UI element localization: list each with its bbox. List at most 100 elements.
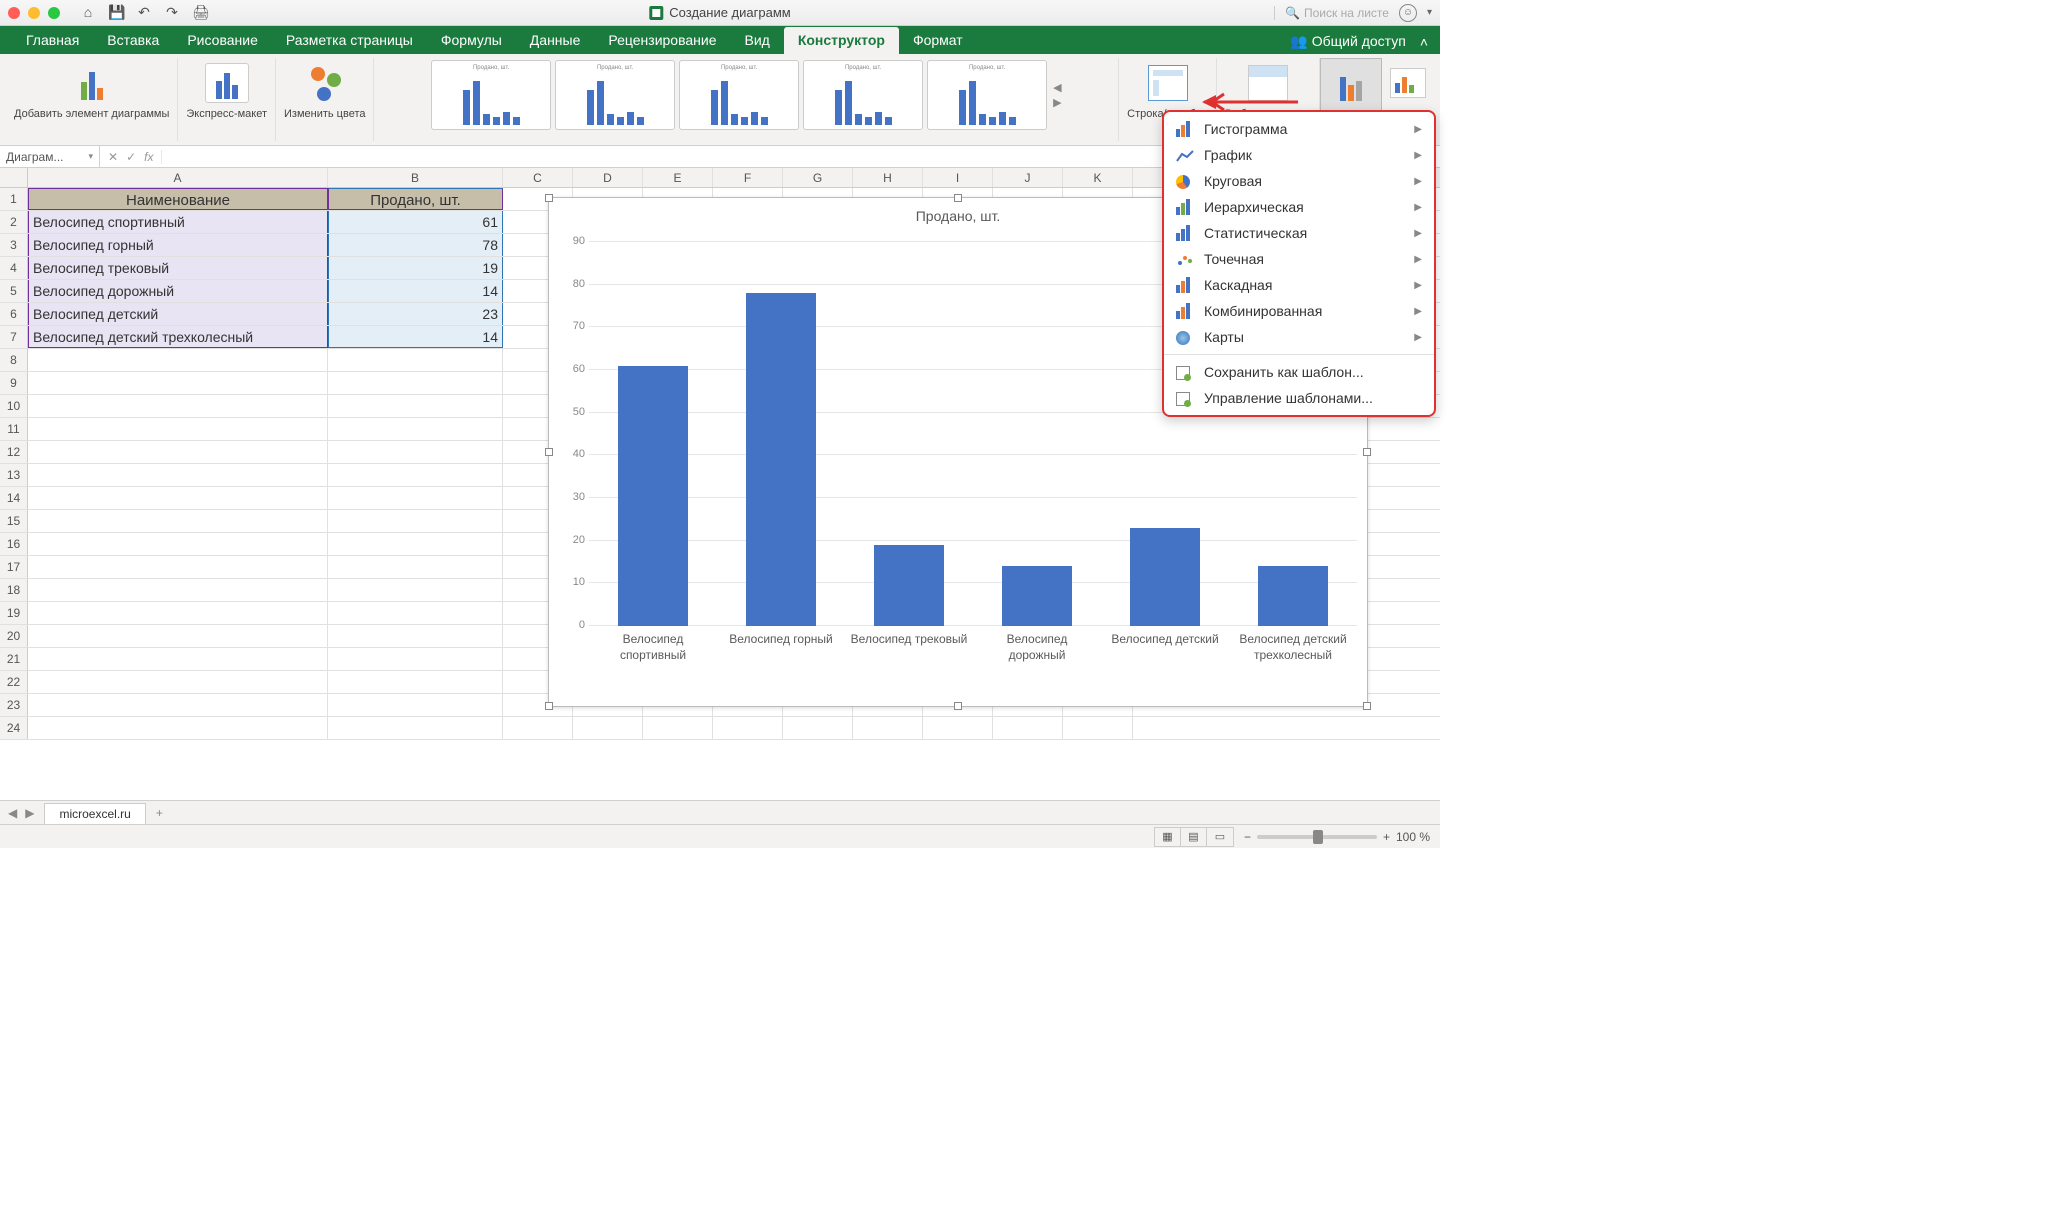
cell[interactable] bbox=[328, 395, 503, 417]
cell[interactable] bbox=[28, 602, 328, 624]
cell[interactable] bbox=[28, 556, 328, 578]
page-break-icon[interactable]: ▭ bbox=[1207, 828, 1233, 846]
chart-bar[interactable] bbox=[1258, 566, 1328, 626]
col-header[interactable]: K bbox=[1063, 168, 1133, 187]
tab-вставка[interactable]: Вставка bbox=[93, 27, 173, 54]
view-buttons[interactable]: ▦ ▤ ▭ bbox=[1154, 827, 1234, 847]
resize-handle[interactable] bbox=[545, 194, 553, 202]
cell[interactable]: 78 bbox=[328, 234, 503, 256]
add-sheet-button[interactable]: + bbox=[146, 806, 173, 820]
chart-style-thumb[interactable]: Продано, шт. bbox=[679, 60, 799, 130]
menu-item-waterfall[interactable]: Каскадная▶ bbox=[1164, 272, 1434, 298]
cell[interactable]: Велосипед спортивный bbox=[28, 211, 328, 233]
col-header[interactable]: J bbox=[993, 168, 1063, 187]
menu-item-hier[interactable]: Иерархическая▶ bbox=[1164, 194, 1434, 220]
col-header[interactable]: G bbox=[783, 168, 853, 187]
cell[interactable] bbox=[328, 671, 503, 693]
cell[interactable] bbox=[28, 464, 328, 486]
cell[interactable] bbox=[923, 717, 993, 739]
chart-bar[interactable] bbox=[874, 545, 944, 626]
col-header[interactable]: C bbox=[503, 168, 573, 187]
zoom-slider[interactable] bbox=[1257, 835, 1377, 839]
cell[interactable] bbox=[503, 717, 573, 739]
col-header[interactable]: B bbox=[328, 168, 503, 187]
tab-формулы[interactable]: Формулы bbox=[427, 27, 516, 54]
col-header[interactable]: E bbox=[643, 168, 713, 187]
cell[interactable]: Велосипед трековый bbox=[28, 257, 328, 279]
chart-bar[interactable] bbox=[1130, 528, 1200, 626]
prev-sheet-icon[interactable]: ◀ bbox=[8, 806, 17, 820]
normal-view-icon[interactable]: ▦ bbox=[1155, 828, 1181, 846]
tab-рецензирование[interactable]: Рецензирование bbox=[594, 27, 730, 54]
save-icon[interactable]: 💾 bbox=[108, 4, 124, 21]
quick-layout-button[interactable]: Экспресс-макет bbox=[178, 58, 276, 141]
resize-handle[interactable] bbox=[954, 702, 962, 710]
cell[interactable] bbox=[328, 441, 503, 463]
col-header[interactable]: D bbox=[573, 168, 643, 187]
home-icon[interactable]: ⌂ bbox=[80, 4, 96, 21]
cell[interactable] bbox=[328, 625, 503, 647]
menu-item-pie[interactable]: Круговая▶ bbox=[1164, 168, 1434, 194]
cell[interactable] bbox=[28, 372, 328, 394]
name-box[interactable]: Диаграм...▾ bbox=[0, 146, 100, 167]
col-header[interactable]: F bbox=[713, 168, 783, 187]
tab-формат[interactable]: Формат bbox=[899, 27, 977, 54]
menu-item-histogram[interactable]: Гистограмма▶ bbox=[1164, 116, 1434, 142]
zoom-control[interactable]: − + 100 % bbox=[1244, 830, 1430, 844]
search-box[interactable]: 🔍 Поиск на листе bbox=[1274, 6, 1389, 20]
tab-главная[interactable]: Главная bbox=[12, 27, 93, 54]
cell[interactable]: 23 bbox=[328, 303, 503, 325]
maximize-icon[interactable] bbox=[48, 7, 60, 19]
table-row[interactable]: 24 bbox=[0, 717, 1440, 740]
chart-style-thumb[interactable]: Продано, шт. bbox=[803, 60, 923, 130]
chart-style-thumb[interactable]: Продано, шт. bbox=[927, 60, 1047, 130]
tab-конструктор[interactable]: Конструктор bbox=[784, 27, 899, 54]
cell[interactable] bbox=[328, 694, 503, 716]
cell[interactable] bbox=[328, 602, 503, 624]
dropdown-icon[interactable]: ▾ bbox=[1427, 7, 1432, 18]
feedback-icon[interactable]: ☺ bbox=[1399, 4, 1417, 22]
tab-вид[interactable]: Вид bbox=[731, 27, 784, 54]
cell[interactable] bbox=[28, 671, 328, 693]
col-header[interactable]: I bbox=[923, 168, 993, 187]
cell[interactable] bbox=[28, 395, 328, 417]
tab-рисование[interactable]: Рисование bbox=[173, 27, 272, 54]
cell[interactable]: Велосипед детский bbox=[28, 303, 328, 325]
chart-bar[interactable] bbox=[618, 366, 688, 626]
menu-item-save-template[interactable]: Сохранить как шаблон... bbox=[1164, 359, 1434, 385]
cell[interactable] bbox=[28, 579, 328, 601]
cell[interactable]: 14 bbox=[328, 326, 503, 348]
menu-item-scatter[interactable]: Точечная▶ bbox=[1164, 246, 1434, 272]
cell[interactable] bbox=[573, 717, 643, 739]
menu-item-stat[interactable]: Статистическая▶ bbox=[1164, 220, 1434, 246]
cell[interactable]: Велосипед горный bbox=[28, 234, 328, 256]
collapse-ribbon-icon[interactable]: ˄ bbox=[1420, 34, 1428, 50]
cell[interactable] bbox=[28, 694, 328, 716]
cell[interactable] bbox=[28, 487, 328, 509]
cell[interactable] bbox=[28, 533, 328, 555]
cell[interactable] bbox=[328, 464, 503, 486]
scroll-right-icon[interactable]: ▶ bbox=[1053, 96, 1061, 109]
cell[interactable] bbox=[783, 717, 853, 739]
next-sheet-icon[interactable]: ▶ bbox=[25, 806, 34, 820]
cell[interactable] bbox=[28, 441, 328, 463]
cell[interactable] bbox=[28, 717, 328, 739]
chart-bar[interactable] bbox=[1002, 566, 1072, 626]
chart-bar[interactable] bbox=[746, 293, 816, 626]
resize-handle[interactable] bbox=[1363, 702, 1371, 710]
cell[interactable] bbox=[1063, 717, 1133, 739]
cell[interactable] bbox=[328, 510, 503, 532]
col-header[interactable]: A bbox=[28, 168, 328, 187]
cell[interactable] bbox=[328, 717, 503, 739]
page-layout-icon[interactable]: ▤ bbox=[1181, 828, 1207, 846]
cell[interactable] bbox=[28, 349, 328, 371]
cell[interactable] bbox=[28, 648, 328, 670]
cell[interactable] bbox=[853, 717, 923, 739]
menu-item-line[interactable]: График▶ bbox=[1164, 142, 1434, 168]
cell[interactable] bbox=[713, 717, 783, 739]
change-colors-button[interactable]: Изменить цвета bbox=[276, 58, 374, 141]
resize-handle[interactable] bbox=[1363, 448, 1371, 456]
cell[interactable] bbox=[28, 418, 328, 440]
cell[interactable] bbox=[328, 556, 503, 578]
tab-данные[interactable]: Данные bbox=[516, 27, 595, 54]
